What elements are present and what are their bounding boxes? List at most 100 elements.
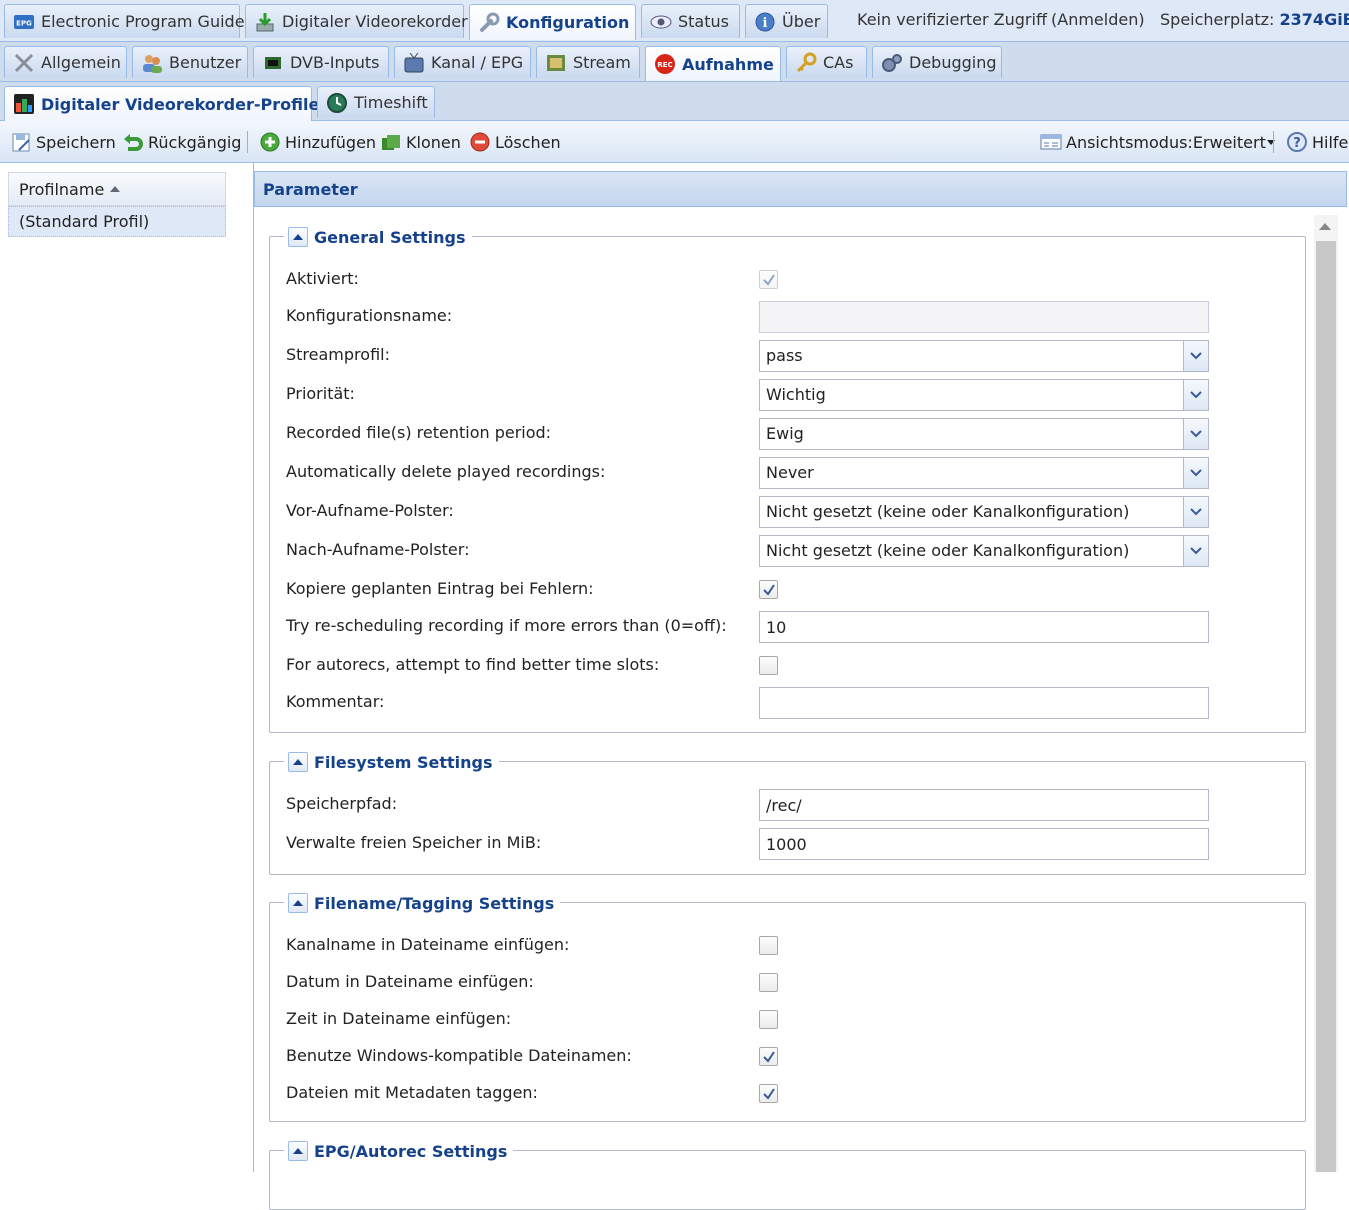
field-label: For autorecs, attempt to find better tim… (286, 655, 660, 674)
tab-ueber[interactable]: i Über (745, 4, 828, 38)
enabled-checkbox (759, 270, 778, 289)
tab-aufnahme[interactable]: REC Aufnahme (645, 46, 781, 81)
scroll-up-icon[interactable] (1319, 223, 1331, 230)
help-button[interactable]: ? Hilfe (1286, 130, 1348, 154)
field-retention: Recorded file(s) retention period: Ewig (286, 418, 1296, 450)
select-value: Ewig (766, 424, 804, 443)
comment-input[interactable] (759, 687, 1209, 719)
chevron-down-icon[interactable] (1183, 380, 1208, 410)
collapse-icon[interactable] (288, 893, 308, 913)
storage-path-input[interactable] (759, 789, 1209, 821)
column-header-profilname[interactable]: Profilname (8, 172, 226, 206)
chevron-down-icon[interactable] (1183, 419, 1208, 449)
tab-timeshift[interactable]: Timeshift (317, 86, 435, 118)
rec-icon: REC (654, 53, 676, 75)
autodelete-select[interactable]: Never (759, 457, 1209, 489)
tab-allgemein[interactable]: Allgemein (4, 46, 127, 78)
field-prioritaet: Priorität: Wichtig (286, 379, 1296, 411)
field-free-space: Verwalte freien Speicher in MiB: (286, 828, 1296, 860)
tab-label: CAs (823, 53, 854, 72)
field-windows-filenames: Benutze Windows-kompatible Dateinamen: (286, 1041, 1296, 1073)
field-time-in-filename: Zeit in Dateiname einfügen: (286, 1004, 1296, 1036)
tag-metadata-checkbox[interactable] (759, 1084, 778, 1103)
field-label: Priorität: (286, 384, 355, 403)
delete-button[interactable]: Löschen (469, 130, 561, 154)
priority-select[interactable]: Wichtig (759, 379, 1209, 411)
storage-value: 2374GiB/ (1279, 10, 1349, 29)
config-tab-bar: Allgemein Benutzer DVB-Inputs Kanal / EP… (0, 42, 1349, 82)
collapse-icon[interactable] (288, 1141, 308, 1161)
svg-text:REC: REC (657, 61, 672, 69)
select-value: Nicht gesetzt (keine oder Kanalkonfigura… (766, 502, 1130, 521)
field-channel-in-filename: Kanalname in Dateiname einfügen: (286, 930, 1296, 962)
better-slots-checkbox[interactable] (759, 656, 778, 675)
channel-in-filename-checkbox[interactable] (759, 936, 778, 955)
date-in-filename-checkbox[interactable] (759, 973, 778, 992)
field-copy-on-error: Kopiere geplanten Eintrag bei Fehlern: (286, 574, 1296, 606)
collapse-icon[interactable] (288, 227, 308, 247)
view-mode-button[interactable]: Ansichtsmodus: Erweitert (1040, 130, 1275, 154)
vertical-scrollbar[interactable] (1314, 215, 1338, 1172)
copy-on-error-checkbox[interactable] (759, 580, 778, 599)
reschedule-input[interactable] (759, 611, 1209, 643)
stream-profile-select[interactable]: pass (759, 340, 1209, 372)
tab-debugging[interactable]: Debugging (872, 46, 1002, 78)
post-padding-select[interactable]: Nicht gesetzt (keine oder Kanalkonfigura… (759, 535, 1209, 567)
field-label: Automatically delete played recordings: (286, 462, 606, 481)
key-icon (795, 52, 817, 74)
tab-label: Allgemein (41, 53, 121, 72)
time-in-filename-checkbox[interactable] (759, 1010, 778, 1029)
free-space-input[interactable] (759, 828, 1209, 860)
tab-dvr[interactable]: Digitaler Videorekorder (245, 4, 468, 38)
dvr-icon (13, 93, 35, 115)
tab-dvr-profiles[interactable]: Digitaler Videorekorder-Profile (4, 86, 319, 121)
field-label: Kommentar: (286, 692, 385, 711)
pre-padding-select[interactable]: Nicht gesetzt (keine oder Kanalkonfigura… (759, 496, 1209, 528)
tab-benutzer[interactable]: Benutzer (132, 46, 248, 78)
tab-label: Status (678, 12, 729, 31)
tab-label: Stream (573, 53, 631, 72)
help-label: Hilfe (1312, 132, 1349, 152)
retention-select[interactable]: Ewig (759, 418, 1209, 450)
table-row[interactable]: (Standard Profil) (8, 206, 226, 237)
field-label: Aktiviert: (286, 269, 359, 288)
clone-button[interactable]: Klonen (380, 130, 461, 154)
epg-settings-fieldset: EPG/Autorec Settings (269, 1137, 1306, 1210)
scrollbar-thumb[interactable] (1316, 241, 1336, 1172)
tab-kanal-epg[interactable]: Kanal / EPG (394, 46, 531, 78)
save-label: Speichern (36, 132, 116, 152)
tab-label: Konfiguration (506, 13, 630, 32)
tab-label: DVB-Inputs (290, 53, 380, 72)
windows-filenames-checkbox[interactable] (759, 1047, 778, 1066)
collapse-icon[interactable] (288, 752, 308, 772)
fieldset-title: Filename/Tagging Settings (314, 893, 555, 913)
field-konfigurationsname: Konfigurationsname: (286, 301, 1296, 333)
recording-sub-tab-bar: Digitaler Videorekorder-Profile Timeshif… (0, 82, 1349, 121)
undo-label: Rückgängig (148, 132, 242, 152)
tab-stream[interactable]: Stream (536, 46, 640, 78)
config-name-input (759, 301, 1209, 333)
main-tab-bar: EPG Electronic Program Guide Digitaler V… (0, 0, 1349, 42)
tab-konfiguration[interactable]: Konfiguration (469, 4, 636, 40)
chevron-down-icon[interactable] (1183, 458, 1208, 488)
field-reschedule: Try re-scheduling recording if more erro… (286, 611, 1296, 643)
tab-dvb-inputs[interactable]: DVB-Inputs (253, 46, 389, 78)
select-value: Nicht gesetzt (keine oder Kanalkonfigura… (766, 541, 1130, 560)
save-button[interactable]: Speichern (10, 130, 116, 154)
field-label: Benutze Windows-kompatible Dateinamen: (286, 1046, 632, 1065)
chevron-down-icon[interactable] (1183, 536, 1208, 566)
field-label: Dateien mit Metadaten taggen: (286, 1083, 538, 1102)
tab-cas[interactable]: CAs (786, 46, 867, 78)
tab-status[interactable]: Status (641, 4, 740, 38)
storage-label: Speicherplatz: (1160, 10, 1275, 29)
field-label: Verwalte freien Speicher in MiB: (286, 833, 542, 852)
download-icon (254, 11, 276, 33)
epg-settings-legend: EPG/Autorec Settings (284, 1137, 514, 1165)
chevron-down-icon[interactable] (1183, 497, 1208, 527)
undo-icon (122, 131, 144, 153)
tab-epg[interactable]: EPG Electronic Program Guide (4, 4, 245, 38)
chevron-down-icon[interactable] (1183, 341, 1208, 371)
add-button[interactable]: Hinzufügen (259, 130, 376, 154)
undo-button[interactable]: Rückgängig (122, 130, 241, 154)
login-link[interactable]: (Anmelden) (1051, 10, 1145, 29)
